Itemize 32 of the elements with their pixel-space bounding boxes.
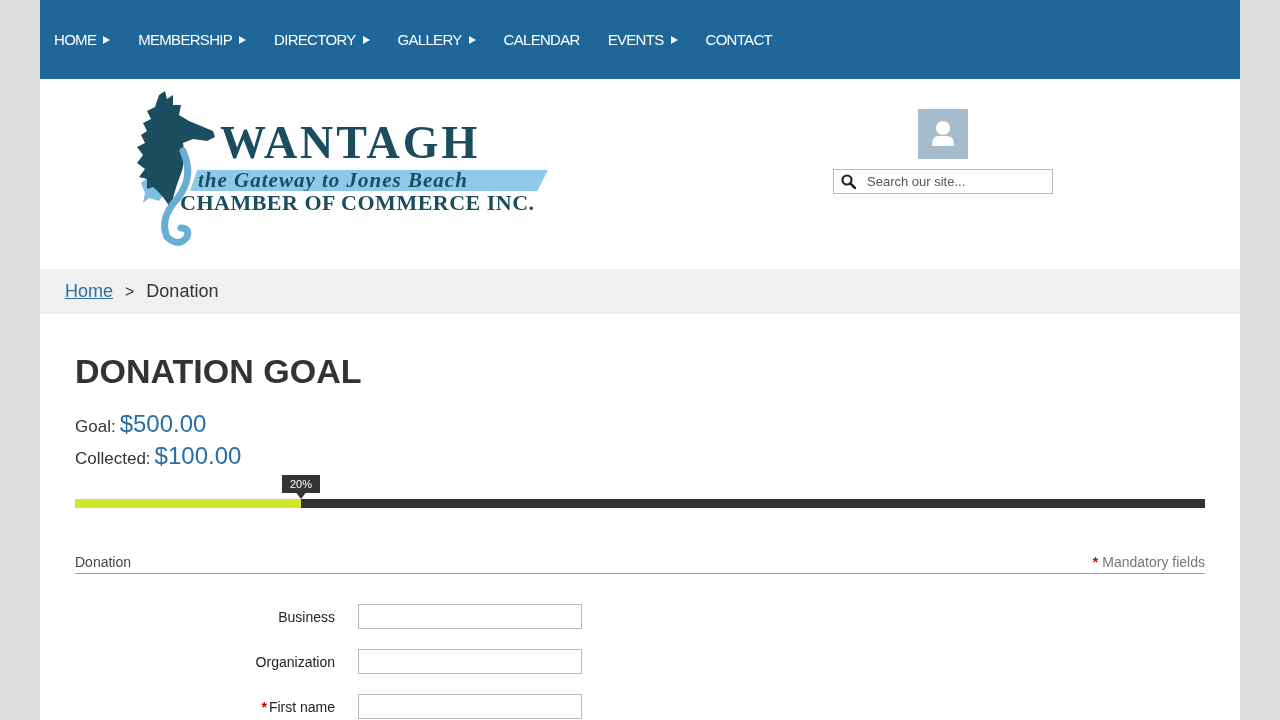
nav-link[interactable]: EVENTS xyxy=(606,29,679,50)
nav-link[interactable]: CALENDAR xyxy=(502,29,581,50)
text-input[interactable] xyxy=(358,649,582,674)
nav-link[interactable]: DIRECTORY xyxy=(273,29,371,50)
nav-link[interactable]: MEMBERSHIP xyxy=(137,29,248,50)
nav-link[interactable]: GALLERY xyxy=(396,29,477,50)
logo-subtitle: CHAMBER OF COMMERCE INC. xyxy=(180,192,535,214)
goal-label: Goal: xyxy=(75,416,116,438)
logo-title: WANTAGH xyxy=(220,120,481,166)
page-title: DONATION GOAL xyxy=(75,351,362,391)
form-legend: Donation xyxy=(75,552,132,572)
nav-link[interactable]: HOME xyxy=(53,29,112,50)
user-icon[interactable] xyxy=(918,109,968,159)
breadcrumb-current: Donation xyxy=(146,281,219,302)
required-asterisk: * xyxy=(1092,553,1099,572)
logo-tagline: the Gateway to Jones Beach xyxy=(190,170,548,191)
field-label: Business xyxy=(278,608,335,625)
collected-amount: $100.00 xyxy=(154,441,242,471)
required-asterisk: * xyxy=(261,698,267,715)
collected-label: Collected: xyxy=(75,448,151,470)
search-field[interactable]: Search our site... xyxy=(833,169,1053,194)
goal-amount: $500.00 xyxy=(119,409,207,439)
field-label: Organization xyxy=(255,653,335,670)
text-input[interactable] xyxy=(358,694,582,719)
nav-link[interactable]: CONTACT xyxy=(704,29,773,50)
breadcrumb-link[interactable]: Home xyxy=(65,281,113,302)
field-label: First name xyxy=(268,698,335,715)
progress-tooltip: 20% xyxy=(282,475,320,499)
breadcrumb-separator: > xyxy=(125,282,135,301)
mandatory-note: Mandatory fields xyxy=(1102,553,1205,572)
search-icon xyxy=(841,174,856,189)
text-input[interactable] xyxy=(358,604,582,629)
